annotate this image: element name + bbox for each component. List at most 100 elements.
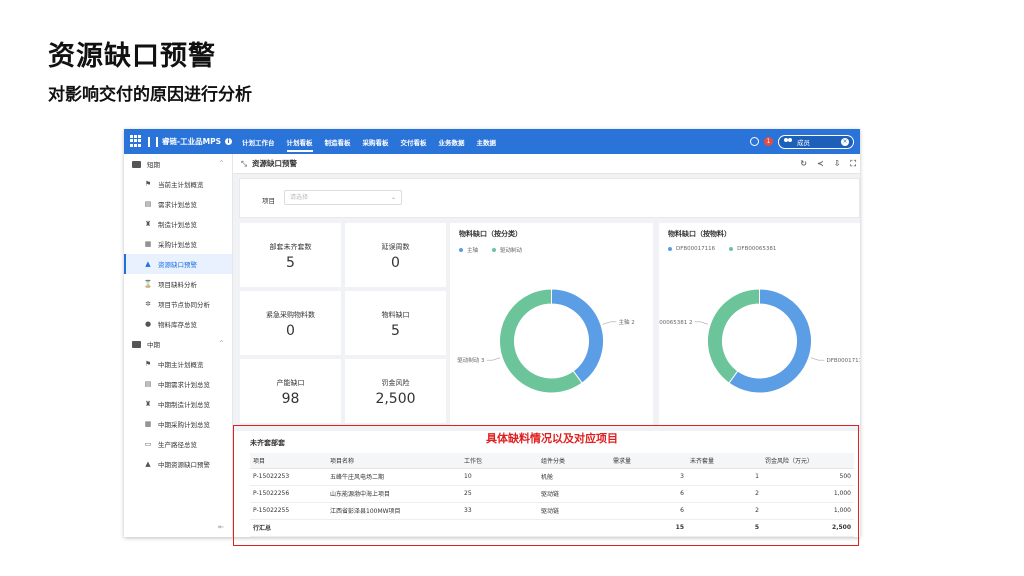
slice-label-leader <box>694 321 709 325</box>
box-icon: ● <box>144 320 152 328</box>
brand-name: 睿链-工业品MPS <box>162 137 221 146</box>
page-title: 资源缺口预警 <box>252 159 297 168</box>
app-grid-icon[interactable] <box>130 135 142 147</box>
sidebar-item-master-plan[interactable]: ⚑ 当前主计划概览 <box>124 174 232 194</box>
slide-subtitle: 对影响交付的原因进行分析 <box>48 85 252 105</box>
sidebar-item-mid-purchase-plan[interactable]: ▦ 中期采购计划总览 <box>124 414 232 434</box>
share-icon[interactable]: ≺ <box>817 159 824 169</box>
flag-icon: ⚑ <box>144 180 152 188</box>
sidebar-item-label: 需求计划总览 <box>158 201 197 209</box>
slice-label-leader <box>810 357 825 361</box>
sidebar-item-inventory[interactable]: ● 物料库存总览 <box>124 314 232 334</box>
sidebar-group-short-term[interactable]: 短期 ^ <box>124 154 232 174</box>
close-icon[interactable]: × <box>841 137 849 146</box>
grid-icon: ▦ <box>144 240 152 248</box>
kpi-card: 延误周数 0 <box>345 223 446 287</box>
chevron-up-icon[interactable]: ^ <box>219 160 224 167</box>
project-select-placeholder: 请选择 <box>290 194 309 201</box>
sidebar-group-mid-term[interactable]: 中期 ^ <box>124 334 232 354</box>
kpi-value: 0 <box>286 323 295 339</box>
donut-chart: 主轴 2 驱动制动 3 <box>457 288 635 394</box>
sidebar-item-manufacturing-plan[interactable]: ♜ 制造计划总览 <box>124 214 232 234</box>
sidebar-item-label: 项目节点协同分析 <box>158 301 210 309</box>
project-filter-label: 项目 <box>262 197 275 205</box>
user-menu[interactable]: 成员 × <box>778 134 854 149</box>
slice-label-leader <box>602 321 617 325</box>
chevron-up-icon[interactable]: ^ <box>219 340 224 347</box>
download-icon[interactable]: ⇩ <box>834 159 841 169</box>
sidebar-item-project-shortage[interactable]: ⌛ 项目缺料分析 <box>124 274 232 294</box>
slice-label: 驱动制动 3 <box>457 356 485 364</box>
clock-icon[interactable] <box>750 137 759 146</box>
factory-icon: ♜ <box>144 220 152 228</box>
nodes-icon: ✲ <box>145 300 151 308</box>
sidebar-item-mid-master-plan[interactable]: ⚑ 中期主计划概览 <box>124 354 232 374</box>
factory-icon: ♜ <box>144 400 152 408</box>
tab-master-data[interactable]: 主数据 <box>471 129 503 154</box>
folder-icon <box>132 160 141 168</box>
grid-icon: ▦ <box>144 420 152 428</box>
sidebar-item-label: 中期制造计划总览 <box>158 401 210 409</box>
annotation-label: 具体缺料情况以及对应项目 <box>486 432 618 445</box>
donut-slice[interactable] <box>551 288 604 384</box>
sidebar-item-label: 生产路径总览 <box>158 441 197 449</box>
tab-manufacturing-board[interactable]: 制造看板 <box>319 129 357 154</box>
sidebar-item-label: 项目缺料分析 <box>158 281 197 289</box>
sidebar-item-mid-demand-plan[interactable]: ▤ 中期需求计划总览 <box>124 374 232 394</box>
sidebar-item-label: 当前主计划概览 <box>158 181 204 189</box>
page-header: ⤡ 资源缺口预警 ↻ ≺ ⇩ ⛶ <box>233 154 860 174</box>
kpi-card: 紧急采购物料数 0 <box>240 291 341 355</box>
refresh-icon[interactable]: ↻ <box>800 159 807 169</box>
tab-plan-board[interactable]: 计划看板 <box>281 129 319 154</box>
kpi-card: 部套未齐套数 5 <box>240 223 341 287</box>
info-icon[interactable]: i <box>224 138 232 145</box>
chart-card-by-material: 物料缺口（按物料） DFB00017116 DFB00065381 DFB000… <box>659 223 860 425</box>
sidebar-item-purchase-plan[interactable]: ▦ 采购计划总览 <box>124 234 232 254</box>
sidebar-item-label: 中期采购计划总览 <box>158 421 210 429</box>
nav-tabs: 计划工作台 计划看板 制造看板 采购看板 交付看板 业务数据 主数据 <box>236 129 502 154</box>
sidebar-item-label: 制造计划总览 <box>158 221 197 229</box>
kpi-label: 延误周数 <box>381 243 410 251</box>
topbar-right: 1 成员 × <box>750 133 854 150</box>
sidebar: 短期 ^ ⚑ 当前主计划概览 ▤ 需求计划总览 ♜ 制造计划总览 ▦ 采购计划总览 ▲ 资… <box>124 154 233 537</box>
fullscreen-icon[interactable]: ⛶ <box>850 159 856 169</box>
tab-business-data[interactable]: 业务数据 <box>433 129 471 154</box>
truck-icon: ▭ <box>144 440 152 448</box>
warning-icon: ▲ <box>145 460 151 468</box>
top-navbar: 睿链-工业品MPS i 计划工作台 计划看板 制造看板 采购看板 交付看板 业务… <box>124 129 860 154</box>
sidebar-item-label: 资源缺口预警 <box>158 261 197 269</box>
project-select[interactable]: 请选择 ⌄ <box>284 190 402 205</box>
kpi-label: 部套未齐套数 <box>269 243 312 251</box>
slice-label-leader <box>486 357 501 361</box>
sidebar-item-label: 中期主计划概览 <box>158 361 204 369</box>
tab-plan-workbench[interactable]: 计划工作台 <box>236 129 281 154</box>
sidebar-item-resource-gap-warning[interactable]: ▲ 资源缺口预警 <box>124 254 232 274</box>
list-icon: ▤ <box>144 380 152 388</box>
donut-chart: DFB00017116 3 DFB00065381 2 <box>659 288 860 394</box>
kpi-value: 5 <box>391 323 400 339</box>
sidebar-item-production-path[interactable]: ▭ 生产路径总览 <box>124 434 232 454</box>
collapse-arrows-icon[interactable]: ⤡ <box>241 159 247 169</box>
folder-icon <box>132 340 141 348</box>
sidebar-item-mid-resource-gap[interactable]: ▲ 中期资源缺口预警 <box>124 454 232 474</box>
list-icon: ▤ <box>144 200 152 208</box>
sidebar-item-label: 物料库存总览 <box>158 321 197 329</box>
collapse-sidebar-icon[interactable]: ⇤ <box>218 523 224 531</box>
chevron-down-icon: ⌄ <box>390 194 396 201</box>
notification-badge[interactable]: 1 <box>764 137 773 146</box>
sidebar-item-mid-manufacturing-plan[interactable]: ♜ 中期制造计划总览 <box>124 394 232 414</box>
kpi-label: 物料缺口 <box>381 311 410 319</box>
donut-slice[interactable] <box>707 288 760 384</box>
sidebar-item-demand-plan[interactable]: ▤ 需求计划总览 <box>124 194 232 214</box>
tab-purchasing-board[interactable]: 采购看板 <box>357 129 395 154</box>
kpi-card: 罚金风险 2,500 <box>345 359 446 423</box>
sidebar-item-label: 中期需求计划总览 <box>158 381 210 389</box>
page-actions: ↻ ≺ ⇩ ⛶ <box>800 159 856 169</box>
kpi-label: 紧急采购物料数 <box>266 311 315 319</box>
tab-delivery-board[interactable]: 交付看板 <box>395 129 433 154</box>
kpi-card: 产能缺口 98 <box>240 359 341 423</box>
brand[interactable]: 睿链-工业品MPS i <box>148 129 232 154</box>
sidebar-group-label: 短期 <box>147 161 160 169</box>
users-icon <box>783 138 793 145</box>
sidebar-item-project-node[interactable]: ✲ 项目节点协同分析 <box>124 294 232 314</box>
